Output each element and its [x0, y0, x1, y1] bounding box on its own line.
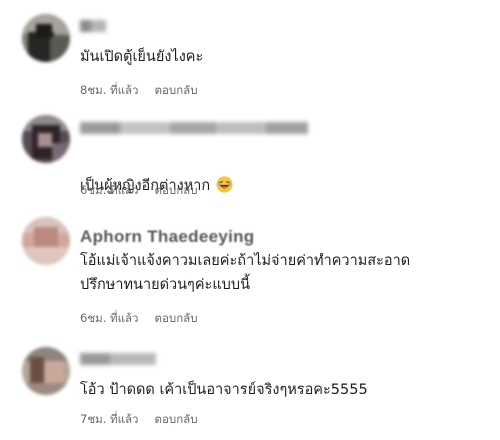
comment-item: เป็นผู้หญิงอีกต่างหาก 6ชม. ที่แล้ว ตอบกลั…: [0, 100, 500, 205]
comment-meta: 6ชม. ที่แล้ว ตอบกลับ: [80, 310, 198, 328]
comment-text: โอ้แม่เจ้าแจ้งคาวมเลยค่ะถ้าไม่จ่ายค่าทำค…: [80, 253, 411, 293]
comment-meta: 8ชม. ที่แล้ว ตอบกลับ: [80, 82, 198, 100]
comment-time: 7ชม. ที่แล้ว: [80, 412, 139, 426]
blurred-username[interactable]: [80, 353, 156, 365]
comment-item: โอ้ว ป้าดดด เค้าเป็นอาจารย์จริงๆหรอคะ555…: [0, 335, 500, 440]
comment-time: 8ชม. ที่แล้ว: [80, 83, 139, 97]
comment-meta: 7ชม. ที่แล้ว ตอบกลับ: [80, 411, 198, 429]
reply-link[interactable]: ตอบกลับ: [155, 310, 198, 328]
blurred-username[interactable]: [80, 122, 308, 134]
avatar[interactable]: [22, 14, 70, 62]
reply-link[interactable]: ตอบกลับ: [155, 182, 198, 200]
avatar[interactable]: [22, 115, 70, 163]
reply-link[interactable]: ตอบกลับ: [155, 411, 198, 429]
comment-time: 6ชม. ที่แล้ว: [80, 311, 139, 325]
comment-item: Aphorn Thaedeeying โอ้แม่เจ้าแจ้งคาวมเลย…: [0, 205, 500, 335]
blurred-username[interactable]: [80, 20, 106, 32]
comment-text: โอ้ว ป้าดดด เค้าเป็นอาจารย์จริงๆหรอคะ555…: [80, 382, 368, 398]
comment-text: มันเปิดตู้เย็นยังไงคะ: [80, 49, 204, 65]
reply-link[interactable]: ตอบกลับ: [155, 82, 198, 100]
commenter-name[interactable]: Aphorn Thaedeeying: [80, 227, 254, 247]
comment-meta: 6ชม. ที่แล้ว ตอบกลับ: [80, 182, 198, 200]
comment-time: 6ชม. ที่แล้ว: [80, 183, 139, 197]
laughing-emoji-icon: [216, 176, 233, 193]
comment-item: มันเปิดตู้เย็นยังไงคะ 8ชม. ที่แล้ว ตอบกลั…: [0, 0, 500, 100]
avatar[interactable]: [22, 217, 70, 265]
avatar[interactable]: [22, 347, 70, 395]
